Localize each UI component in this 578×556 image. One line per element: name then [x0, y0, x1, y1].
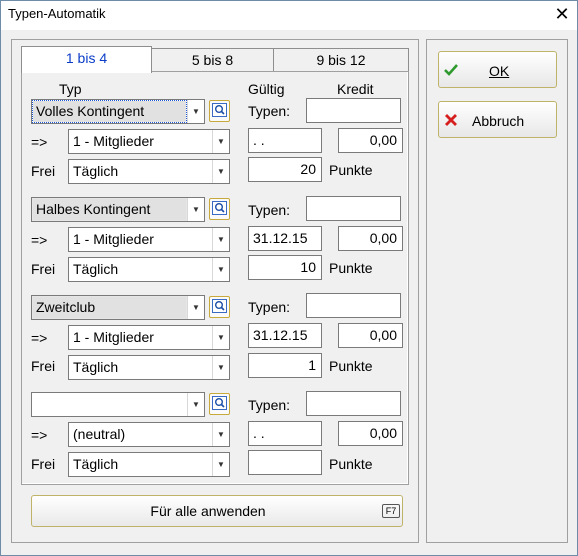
- close-icon[interactable]: ✕: [549, 3, 575, 25]
- frei-label: Frei: [31, 358, 56, 374]
- points-input-1[interactable]: 20: [248, 157, 322, 182]
- frei-select-4[interactable]: Täglich ▼: [68, 452, 230, 477]
- chevron-down-icon[interactable]: ▼: [212, 423, 229, 446]
- type-select-value: Volles Kontingent: [36, 103, 145, 119]
- valid-date-3[interactable]: 31.12.15: [248, 323, 322, 348]
- apply-all-button[interactable]: Für alle anwenden F7: [31, 495, 403, 527]
- search-icon: [212, 103, 227, 117]
- group-select-4[interactable]: (neutral) ▼: [68, 422, 230, 447]
- frei-select-1[interactable]: Täglich ▼: [68, 159, 230, 184]
- points-input-4[interactable]: [248, 450, 322, 475]
- title-bar: Typen-Automatik ✕: [1, 1, 577, 30]
- tab-label: 1 bis 4: [65, 50, 108, 66]
- type-lookup-button-1[interactable]: [209, 100, 230, 122]
- valid-date-2[interactable]: 31.12.15: [248, 226, 322, 251]
- typen-label: Typen:: [248, 397, 291, 413]
- close-icon: [445, 114, 457, 126]
- credit-input-2[interactable]: 0,00: [338, 226, 403, 251]
- chevron-down-icon[interactable]: ▼: [212, 356, 229, 379]
- frei-select-value: Täglich: [73, 359, 119, 375]
- type-select-3[interactable]: Zweitclub ▼: [31, 295, 205, 320]
- frei-select-2[interactable]: Täglich ▼: [68, 257, 230, 282]
- credit-input-4[interactable]: 0,00: [338, 421, 403, 446]
- typen-input-3[interactable]: [306, 293, 401, 318]
- window-title: Typen-Automatik: [8, 6, 106, 21]
- chevron-down-icon[interactable]: ▼: [187, 100, 204, 123]
- credit-input-3[interactable]: 0,00: [338, 323, 403, 348]
- type-select-1[interactable]: Volles Kontingent ▼: [31, 99, 205, 124]
- type-lookup-button-4[interactable]: [209, 393, 230, 415]
- group-select-value: 1 - Mitglieder: [73, 329, 154, 345]
- typen-input-2[interactable]: [306, 196, 401, 221]
- arrow-label: =>: [31, 134, 48, 150]
- typen-input-1[interactable]: [306, 98, 401, 123]
- type-select-value: Zweitclub: [36, 299, 96, 315]
- chevron-down-icon[interactable]: ▼: [212, 228, 229, 251]
- arrow-label: =>: [31, 427, 48, 443]
- punkte-label: Punkte: [329, 260, 373, 276]
- frei-label: Frei: [31, 456, 56, 472]
- tab-label: 5 bis 8: [191, 52, 234, 68]
- ok-button[interactable]: OK: [438, 51, 557, 88]
- tab-1-bis-4[interactable]: 1 bis 4: [21, 46, 152, 73]
- chevron-down-icon[interactable]: ▼: [212, 258, 229, 281]
- cancel-label: Abbruch: [472, 113, 525, 129]
- typen-input-4[interactable]: [306, 391, 401, 416]
- chevron-down-icon[interactable]: ▼: [187, 393, 204, 416]
- valid-date-4[interactable]: . .: [248, 421, 322, 446]
- cancel-button[interactable]: Abbruch: [438, 101, 557, 138]
- frei-label: Frei: [31, 163, 56, 179]
- apply-all-label: Für alle anwenden: [150, 503, 266, 519]
- valid-date-1[interactable]: . .: [248, 128, 322, 153]
- chevron-down-icon[interactable]: ▼: [187, 198, 204, 221]
- type-lookup-button-2[interactable]: [209, 198, 230, 220]
- search-icon: [212, 201, 227, 215]
- credit-input-1[interactable]: 0,00: [338, 128, 403, 153]
- tab-5-bis-8[interactable]: 5 bis 8: [151, 48, 274, 72]
- typen-label: Typen:: [248, 103, 291, 119]
- search-icon: [212, 299, 227, 313]
- frei-select-value: Täglich: [73, 163, 119, 179]
- chevron-down-icon[interactable]: ▼: [212, 326, 229, 349]
- tab-label: 9 bis 12: [316, 52, 366, 68]
- punkte-label: Punkte: [329, 456, 373, 472]
- arrow-label: =>: [31, 232, 48, 248]
- frei-select-value: Täglich: [73, 456, 119, 472]
- header-typ: Typ: [59, 81, 82, 97]
- punkte-label: Punkte: [329, 162, 373, 178]
- frei-label: Frei: [31, 261, 56, 277]
- group-select-value: (neutral): [73, 426, 126, 442]
- punkte-label: Punkte: [329, 358, 373, 374]
- points-input-2[interactable]: 10: [248, 255, 322, 280]
- arrow-label: =>: [31, 330, 48, 346]
- type-select-value: Halbes Kontingent: [36, 201, 151, 217]
- type-select-4[interactable]: ▼: [31, 392, 205, 417]
- chevron-down-icon[interactable]: ▼: [212, 160, 229, 183]
- search-icon: [212, 396, 227, 410]
- header-kredit: Kredit: [337, 81, 374, 97]
- type-lookup-button-3[interactable]: [209, 296, 230, 318]
- dialog-window: Typen-Automatik ✕ 1 bis 4 5 bis 8 9 bis …: [0, 0, 578, 556]
- group-select-2[interactable]: 1 - Mitglieder ▼: [68, 227, 230, 252]
- f7-key-badge: F7: [382, 504, 400, 518]
- group-select-value: 1 - Mitglieder: [73, 133, 154, 149]
- checkmark-icon: [444, 64, 458, 76]
- frei-select-3[interactable]: Täglich ▼: [68, 355, 230, 380]
- type-select-2[interactable]: Halbes Kontingent ▼: [31, 197, 205, 222]
- tab-9-bis-12[interactable]: 9 bis 12: [273, 48, 409, 72]
- header-gueltig: Gültig: [248, 81, 285, 97]
- chevron-down-icon[interactable]: ▼: [212, 130, 229, 153]
- typen-label: Typen:: [248, 202, 291, 218]
- ok-label: OK: [489, 63, 510, 79]
- group-select-1[interactable]: 1 - Mitglieder ▼: [68, 129, 230, 154]
- frei-select-value: Täglich: [73, 261, 119, 277]
- group-select-value: 1 - Mitglieder: [73, 231, 154, 247]
- chevron-down-icon[interactable]: ▼: [187, 296, 204, 319]
- group-select-3[interactable]: 1 - Mitglieder ▼: [68, 325, 230, 350]
- typen-label: Typen:: [248, 299, 291, 315]
- points-input-3[interactable]: 1: [248, 353, 322, 378]
- chevron-down-icon[interactable]: ▼: [212, 453, 229, 476]
